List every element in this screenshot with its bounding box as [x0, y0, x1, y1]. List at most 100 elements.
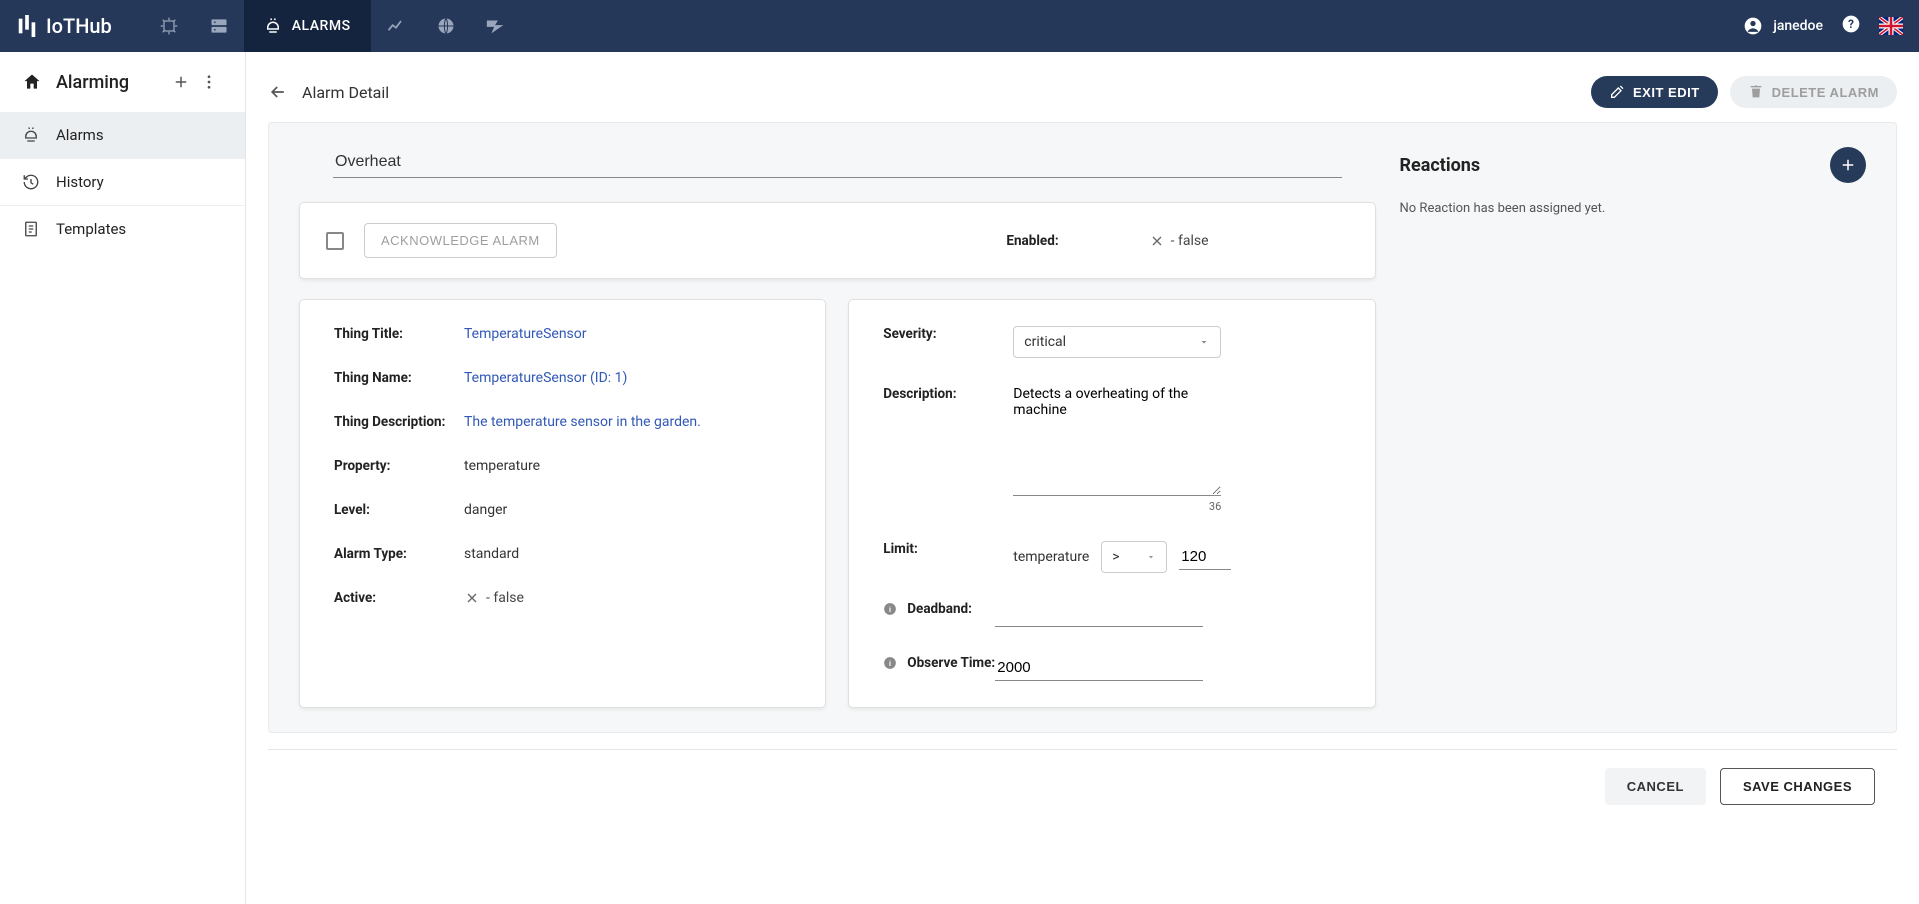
- alarm-icon: [22, 126, 40, 144]
- ack-checkbox[interactable]: [326, 232, 344, 250]
- limit-operator-select[interactable]: >: [1101, 541, 1167, 573]
- topnav-right: janedoe ?: [1743, 14, 1903, 38]
- history-icon: [22, 173, 40, 191]
- page-title: Alarm Detail: [302, 83, 389, 102]
- cancel-button[interactable]: CANCEL: [1605, 768, 1706, 805]
- save-button[interactable]: SAVE CHANGES: [1720, 768, 1875, 805]
- info-icon[interactable]: i: [883, 656, 897, 670]
- thing-desc-label: Thing Description:: [334, 414, 464, 430]
- arrow-left-icon: [268, 82, 288, 102]
- sidebar-item-label: Alarms: [56, 126, 104, 144]
- tools-icon: [1609, 84, 1625, 100]
- thing-title-label: Thing Title:: [334, 326, 464, 342]
- ack-card: ACKNOWLEDGE ALARM Enabled: - false: [299, 202, 1376, 279]
- nav-analytics[interactable]: [371, 0, 421, 52]
- enabled-value: - false: [1149, 233, 1209, 249]
- templates-icon: [22, 220, 40, 238]
- limit-label: Limit:: [883, 541, 1013, 557]
- deadband-input[interactable]: [995, 601, 1203, 627]
- caret-down-icon: [1146, 552, 1156, 562]
- alarm-type-label: Alarm Type:: [334, 546, 464, 562]
- sidebar-item-templates[interactable]: Templates: [0, 206, 245, 252]
- thing-name-link[interactable]: TemperatureSensor (ID: 1): [464, 370, 627, 386]
- sidebar-menu[interactable]: [195, 68, 223, 96]
- observe-input[interactable]: [995, 655, 1203, 681]
- acknowledge-button: ACKNOWLEDGE ALARM: [364, 223, 557, 258]
- info-icon[interactable]: i: [883, 602, 897, 616]
- user-icon: [1743, 16, 1763, 36]
- server-icon: [209, 16, 229, 36]
- speed-icon: [485, 18, 507, 34]
- more-vert-icon: [200, 73, 218, 91]
- plus-icon: [1839, 156, 1857, 174]
- limit-value-input[interactable]: [1179, 544, 1231, 570]
- property-value: temperature: [464, 458, 540, 474]
- help-icon: ?: [1841, 14, 1861, 34]
- page-header: Alarm Detail Exit Edit Delete Alarm: [268, 66, 1897, 122]
- description-label: Description:: [883, 386, 1013, 402]
- limit-operator: >: [1112, 549, 1119, 565]
- thing-title-link[interactable]: TemperatureSensor: [464, 326, 587, 342]
- topnav-icons: ALARMS: [144, 0, 521, 52]
- sidebar-header: Alarming: [0, 52, 245, 112]
- nav-storage[interactable]: [194, 0, 244, 52]
- back-button[interactable]: [268, 82, 288, 102]
- description-count: 36: [1013, 500, 1221, 513]
- x-icon: [1149, 233, 1165, 249]
- caret-down-icon: [1198, 336, 1210, 348]
- svg-text:i: i: [889, 659, 891, 668]
- trash-icon: [1748, 84, 1764, 100]
- delete-alarm-button: Delete Alarm: [1730, 76, 1897, 108]
- svg-text:i: i: [889, 605, 891, 614]
- limit-property: temperature: [1013, 549, 1089, 565]
- detail-panel: ACKNOWLEDGE ALARM Enabled: - false: [268, 122, 1897, 733]
- alarm-icon: [264, 17, 282, 35]
- footer: CANCEL SAVE CHANGES: [268, 749, 1897, 805]
- thing-info-card: Thing Title: TemperatureSensor Thing Nam…: [299, 299, 826, 708]
- severity-label: Severity:: [883, 326, 1013, 342]
- exit-edit-button[interactable]: Exit Edit: [1591, 76, 1718, 108]
- sidebar-item-history[interactable]: History: [0, 159, 245, 206]
- exit-edit-label: Exit Edit: [1633, 85, 1700, 100]
- alarm-config-card: Severity: critical Description:: [848, 299, 1375, 708]
- delete-alarm-label: Delete Alarm: [1772, 85, 1879, 100]
- sidebar-item-label: Templates: [56, 220, 126, 238]
- sidebar-item-label: History: [56, 173, 104, 191]
- sidebar: Alarming Alarms History Templates: [0, 52, 246, 904]
- globe-icon: [436, 16, 456, 36]
- active-label: Active:: [334, 590, 464, 606]
- plus-icon: [172, 73, 190, 91]
- enabled-label: Enabled:: [1006, 233, 1058, 249]
- help-button[interactable]: ?: [1841, 14, 1861, 38]
- nav-devices[interactable]: [144, 0, 194, 52]
- nav-globe[interactable]: [421, 0, 471, 52]
- chart-line-icon: [386, 16, 406, 36]
- add-alarm-button[interactable]: [167, 68, 195, 96]
- gear-outline-icon: [159, 16, 179, 36]
- observe-label: i Observe Time:: [883, 655, 995, 671]
- brand-logo-icon: [16, 15, 38, 37]
- alarm-name-input[interactable]: [333, 147, 1342, 178]
- sidebar-item-alarms[interactable]: Alarms: [0, 112, 245, 159]
- home-icon: [22, 72, 42, 92]
- level-label: Level:: [334, 502, 464, 518]
- username: janedoe: [1773, 18, 1823, 34]
- description-input[interactable]: [1013, 386, 1221, 496]
- thing-desc-link[interactable]: The temperature sensor in the garden.: [464, 414, 701, 430]
- user-menu[interactable]: janedoe: [1743, 16, 1823, 36]
- nav-alarms[interactable]: ALARMS: [244, 0, 371, 52]
- severity-select[interactable]: critical: [1013, 326, 1221, 358]
- brand[interactable]: IoTHub: [16, 14, 112, 38]
- property-label: Property:: [334, 458, 464, 474]
- level-value: danger: [464, 502, 507, 518]
- svg-text:?: ?: [1848, 17, 1854, 31]
- nav-speed[interactable]: [471, 0, 521, 52]
- nav-alarms-label: ALARMS: [292, 18, 351, 34]
- x-icon: [464, 590, 480, 606]
- deadband-label: i Deadband:: [883, 601, 995, 617]
- language-flag-uk[interactable]: [1879, 17, 1903, 35]
- severity-value: critical: [1024, 334, 1066, 350]
- brand-text: IoTHub: [46, 14, 112, 38]
- add-reaction-button[interactable]: [1830, 147, 1866, 183]
- top-nav: IoTHub ALARMS janedoe ?: [0, 0, 1919, 52]
